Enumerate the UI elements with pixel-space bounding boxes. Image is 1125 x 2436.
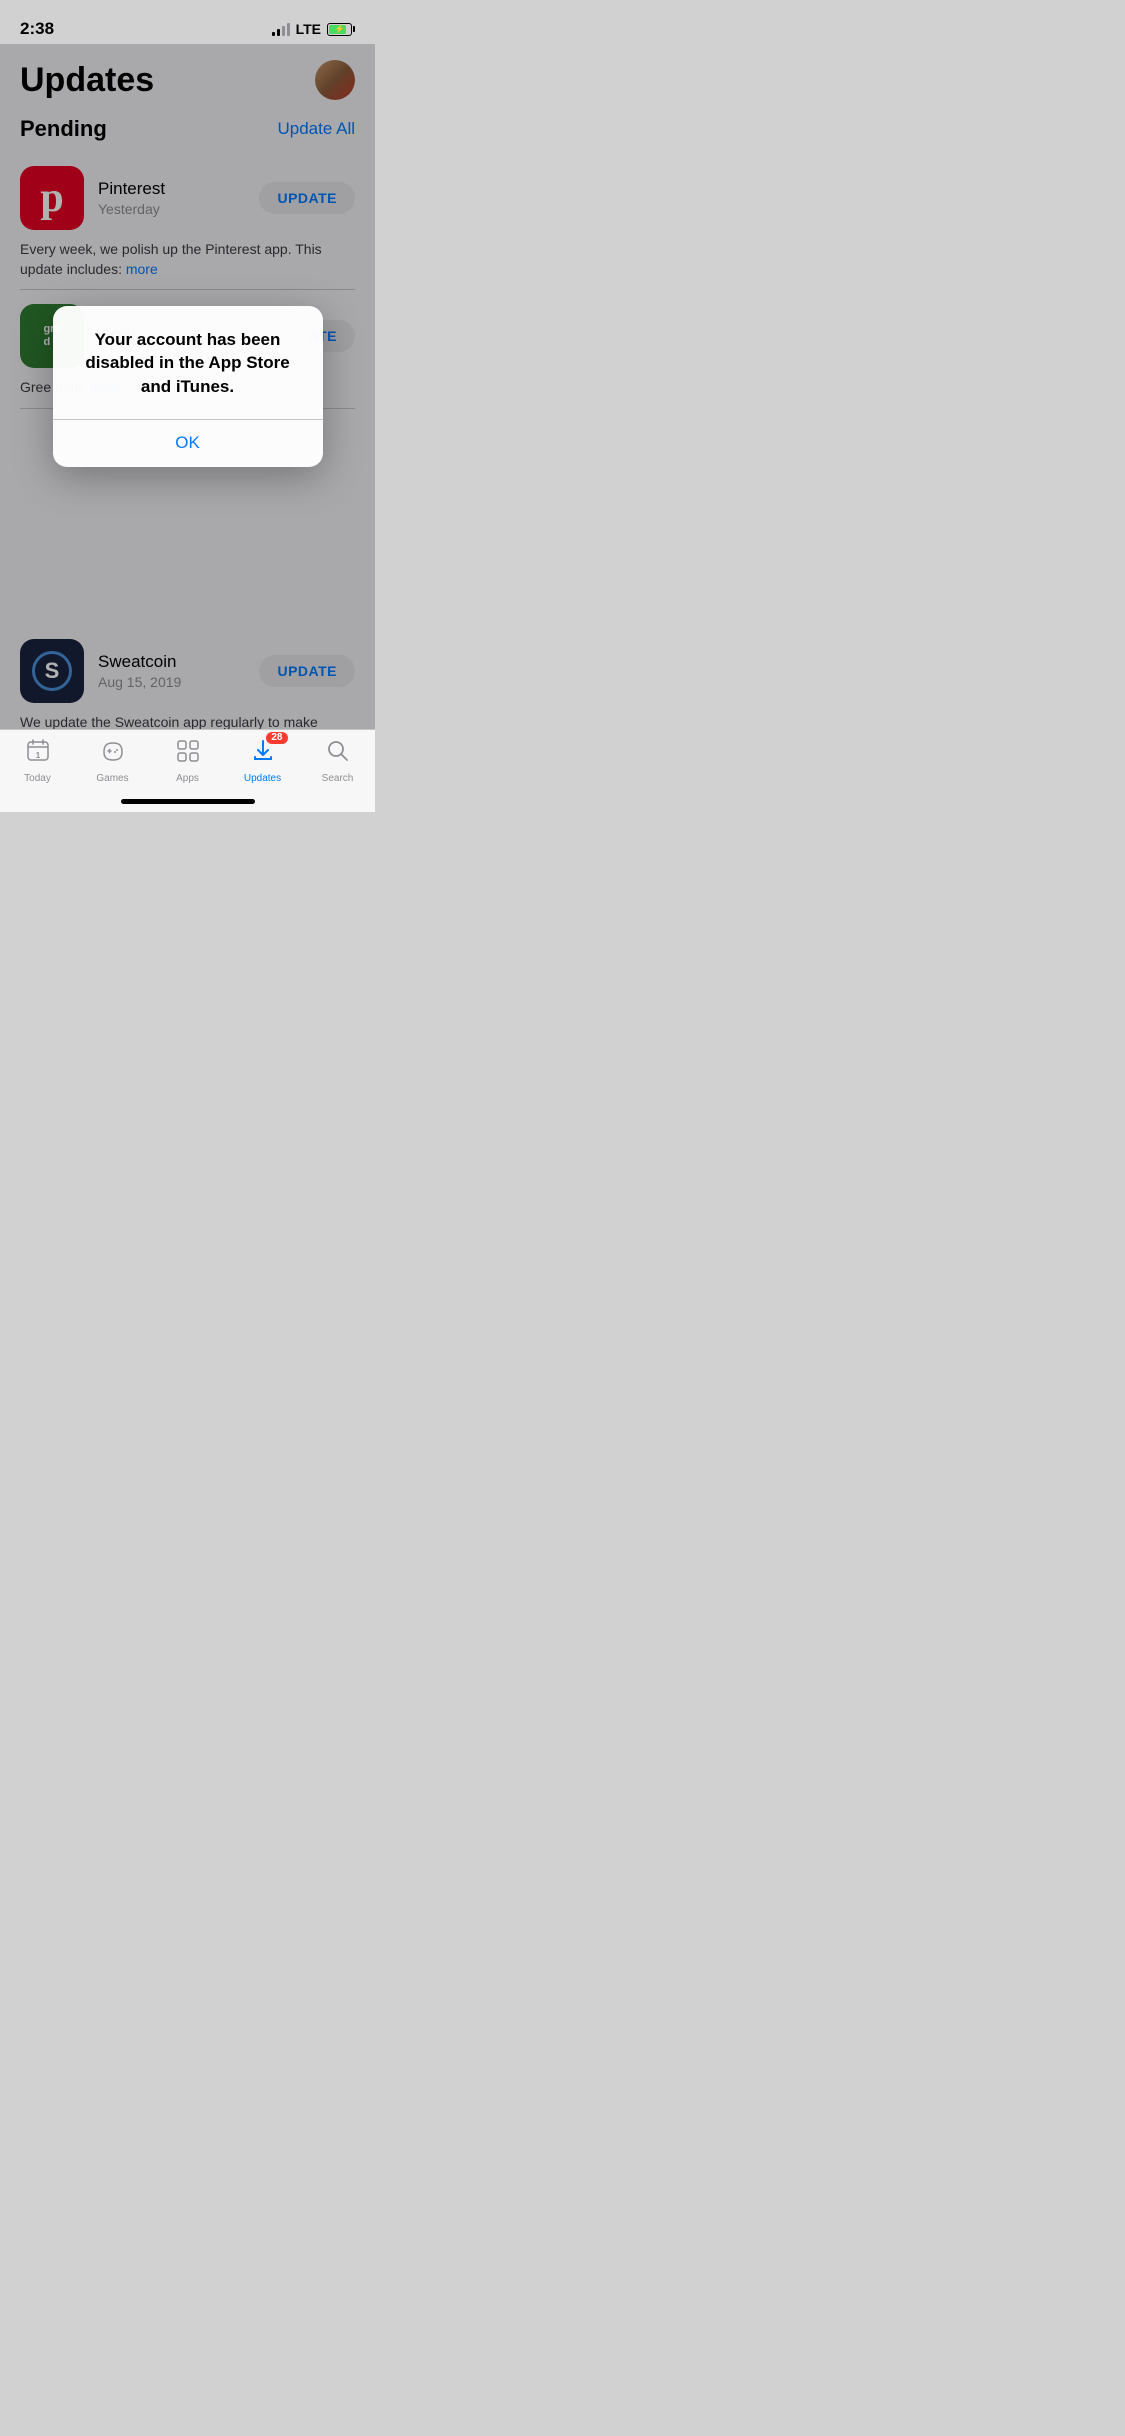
tab-updates-label: Updates bbox=[244, 773, 281, 784]
alert-actions: OK bbox=[53, 419, 323, 467]
overlay: Your account has been disabled in the Ap… bbox=[0, 44, 375, 729]
tab-search[interactable]: Search bbox=[300, 738, 375, 784]
tab-today-label: Today bbox=[24, 773, 51, 784]
tab-games-label: Games bbox=[96, 773, 128, 784]
search-icon bbox=[325, 738, 351, 769]
tab-today[interactable]: 1 Today bbox=[0, 738, 75, 784]
status-right: LTE ⚡ bbox=[272, 21, 355, 37]
tab-apps[interactable]: Apps bbox=[150, 738, 225, 784]
updates-badge: 28 bbox=[266, 732, 287, 744]
status-time: 2:38 bbox=[20, 19, 54, 39]
apps-icon bbox=[175, 738, 201, 769]
today-icon: 1 bbox=[25, 738, 51, 769]
lte-indicator: LTE bbox=[296, 21, 321, 37]
tab-search-label: Search bbox=[322, 773, 354, 784]
main-content: Updates Pending Update All p Pinterest Y… bbox=[0, 44, 375, 729]
alert-ok-button[interactable]: OK bbox=[53, 419, 323, 467]
status-bar: 2:38 LTE ⚡ bbox=[0, 0, 375, 44]
updates-icon: 28 bbox=[250, 738, 276, 769]
alert-dialog: Your account has been disabled in the Ap… bbox=[53, 306, 323, 468]
alert-content: Your account has been disabled in the Ap… bbox=[53, 306, 323, 419]
signal-bars bbox=[272, 23, 290, 36]
battery-icon: ⚡ bbox=[327, 23, 355, 36]
home-indicator bbox=[121, 799, 255, 804]
svg-text:1: 1 bbox=[35, 751, 40, 760]
alert-title: Your account has been disabled in the Ap… bbox=[71, 328, 305, 399]
tab-games[interactable]: Games bbox=[75, 738, 150, 784]
tab-apps-label: Apps bbox=[176, 773, 199, 784]
games-icon bbox=[100, 738, 126, 769]
tab-updates[interactable]: 28 Updates bbox=[225, 738, 300, 784]
